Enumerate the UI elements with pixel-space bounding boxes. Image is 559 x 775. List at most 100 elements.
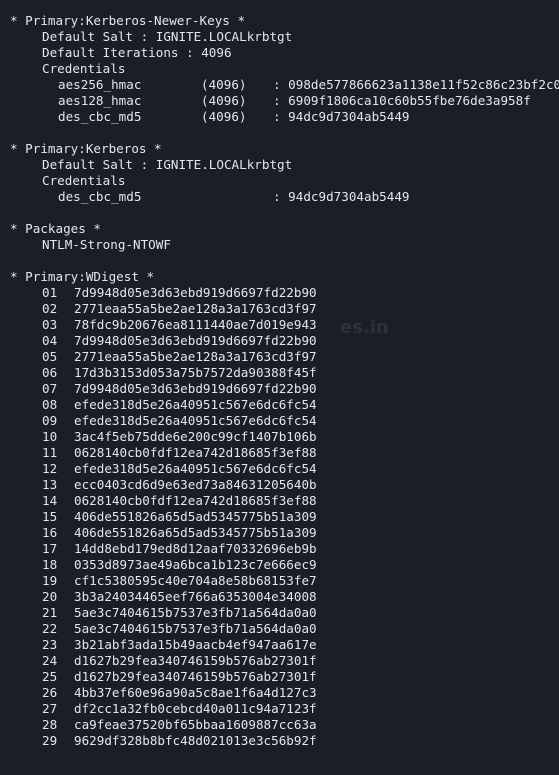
wdigest-hash-row: 21 5ae3c7404615b7537e3fb71a564da0a0 xyxy=(10,605,559,621)
hash-index: 26 xyxy=(42,685,58,700)
wdigest-hash-row: 24 d1627b29fea340746159b576ab27301f xyxy=(10,653,559,669)
hash-index: 20 xyxy=(42,589,58,604)
hash-index: 24 xyxy=(42,653,58,668)
hash-value: cf1c5380595c40e704a8e58b68153fe7 xyxy=(74,573,317,588)
hash-index: 28 xyxy=(42,717,58,732)
credential-name: des_cbc_md5 xyxy=(58,109,142,124)
wdigest-hash-row: 09 efede318d5e26a40951c567e6dc6fc54 xyxy=(10,413,559,429)
hash-value: 0628140cb0fdf12ea742d18685f3ef88 xyxy=(74,493,317,508)
hash-value: 14dd8ebd179ed8d12aaf70332696eb9b xyxy=(74,541,317,556)
hash-value: efede318d5e26a40951c567e6dc6fc54 xyxy=(74,413,317,428)
hash-value: 5ae3c7404615b7537e3fb71a564da0a0 xyxy=(74,605,317,620)
wdigest-hash-row: 16 406de551826a65d5ad5345775b51a309 xyxy=(10,525,559,541)
wdigest-hash-row: 06 17d3b3153d053a75b7572da90388f45f xyxy=(10,365,559,381)
wdigest-hash-row: 18 0353d8973ae49a6bca1b123c7e666ec9 xyxy=(10,557,559,573)
credential-iterations: (4096) xyxy=(201,77,247,92)
hash-index: 18 xyxy=(42,557,58,572)
hash-value: d1627b29fea340746159b576ab27301f xyxy=(74,669,317,684)
hash-value: 0628140cb0fdf12ea742d18685f3ef88 xyxy=(74,445,317,460)
hash-index: 13 xyxy=(42,477,58,492)
wdigest-hash-row: 14 0628140cb0fdf12ea742d18685f3ef88 xyxy=(10,493,559,509)
wdigest-hash-row: 19 cf1c5380595c40e704a8e58b68153fe7 xyxy=(10,573,559,589)
hash-value: ecc0403cd6d9e63ed73a84631205640b xyxy=(74,477,317,492)
hash-value: 7d9948d05e3d63ebd919d6697fd22b90 xyxy=(74,333,317,348)
credential-name: aes128_hmac xyxy=(58,93,142,108)
wdigest-hash-row: 29 9629df328b8bfc48d021013e3c56b92f xyxy=(10,733,559,749)
hash-value: 78fdc9b20676ea8111440ae7d019e943 xyxy=(74,317,317,332)
credential-value: : 94dc9d7304ab5449 xyxy=(273,189,410,204)
hash-index: 06 xyxy=(42,365,58,380)
wdigest-hash-row: 27 df2cc1a32fb0cebcd40a011c94a7123f xyxy=(10,701,559,717)
hash-index: 02 xyxy=(42,301,58,316)
hash-value: 406de551826a65d5ad5345775b51a309 xyxy=(74,509,317,524)
wdigest-hash-row: 23 3b21abf3ada15b49aacb4ef947aa617e xyxy=(10,637,559,653)
hash-value: 17d3b3153d053a75b7572da90388f45f xyxy=(74,365,317,380)
hash-index: 04 xyxy=(42,333,58,348)
wdigest-hash-row: 28 ca9feae37520bf65bbaa1609887cc63a xyxy=(10,717,559,733)
credential-iterations: (4096) xyxy=(201,109,247,124)
hash-value: 7d9948d05e3d63ebd919d6697fd22b90 xyxy=(74,381,317,396)
credentials-label: Credentials xyxy=(42,173,126,188)
hash-value: 9629df328b8bfc48d021013e3c56b92f xyxy=(74,733,317,748)
hash-index: 15 xyxy=(42,509,58,524)
wdigest-hash-row: 20 3b3a24034465eef766a6353004e34008 xyxy=(10,589,559,605)
terminal-output: * Primary:Kerberos-Newer-Keys * Default … xyxy=(0,0,559,775)
hash-value: 3b21abf3ada15b49aacb4ef947aa617e xyxy=(74,637,317,652)
hash-index: 17 xyxy=(42,541,58,556)
hash-index: 11 xyxy=(42,445,58,460)
hash-value: 5ae3c7404615b7537e3fb71a564da0a0 xyxy=(74,621,317,636)
credential-row: aes256_hmac (4096): 098de577866623a1138e1… xyxy=(10,77,559,93)
hash-value: 0353d8973ae49a6bca1b123c7e666ec9 xyxy=(74,557,317,572)
wdigest-hash-row: 25 d1627b29fea340746159b576ab27301f xyxy=(10,669,559,685)
default-salt-line: Default Salt : IGNITE.LOCALkrbtgt xyxy=(42,29,293,44)
wdigest-hash-row: 17 14dd8ebd179ed8d12aaf70332696eb9b xyxy=(10,541,559,557)
credential-value: : 6909f1806ca10c60b55fbe76de3a958f xyxy=(273,93,531,108)
hash-index: 27 xyxy=(42,701,58,716)
wdigest-hash-row: 01 7d9948d05e3d63ebd919d6697fd22b90 xyxy=(10,285,559,301)
credentials-label: Credentials xyxy=(42,61,126,76)
section-header-kerberos: * Primary:Kerberos * xyxy=(10,141,162,156)
wdigest-hash-row: 03 78fdc9b20676ea8111440ae7d019e943 xyxy=(10,317,559,333)
hash-index: 16 xyxy=(42,525,58,540)
credential-row: des_cbc_md5 (4096): 94dc9d7304ab5449 xyxy=(10,109,559,125)
wdigest-hash-row: 12 efede318d5e26a40951c567e6dc6fc54 xyxy=(10,461,559,477)
hash-index: 09 xyxy=(42,413,58,428)
hash-index: 12 xyxy=(42,461,58,476)
hash-index: 03 xyxy=(42,317,58,332)
hash-value: 7d9948d05e3d63ebd919d6697fd22b90 xyxy=(74,285,317,300)
wdigest-hash-row: 22 5ae3c7404615b7537e3fb71a564da0a0 xyxy=(10,621,559,637)
hash-value: 4bb37ef60e96a90a5c8ae1f6a4d127c3 xyxy=(74,685,317,700)
hash-value: efede318d5e26a40951c567e6dc6fc54 xyxy=(74,397,317,412)
wdigest-hash-row: 02 2771eaa55a5be2ae128a3a1763cd3f97 xyxy=(10,301,559,317)
hash-index: 08 xyxy=(42,397,58,412)
section-header-wdigest: * Primary:WDigest * xyxy=(10,269,155,284)
default-salt-line: Default Salt : IGNITE.LOCALkrbtgt xyxy=(42,157,293,172)
credential-row: des_cbc_md5 : 94dc9d7304ab5449 xyxy=(10,189,559,205)
hash-value: 2771eaa55a5be2ae128a3a1763cd3f97 xyxy=(74,301,317,316)
wdigest-hash-row: 07 7d9948d05e3d63ebd919d6697fd22b90 xyxy=(10,381,559,397)
credential-iterations: (4096) xyxy=(201,93,247,108)
wdigest-hash-row: 15 406de551826a65d5ad5345775b51a309 xyxy=(10,509,559,525)
hash-index: 14 xyxy=(42,493,58,508)
wdigest-hash-row: 05 2771eaa55a5be2ae128a3a1763cd3f97 xyxy=(10,349,559,365)
hash-index: 29 xyxy=(42,733,58,748)
wdigest-hash-list: 01 7d9948d05e3d63ebd919d6697fd22b90 02 2771… xyxy=(10,285,559,749)
wdigest-hash-row: 04 7d9948d05e3d63ebd919d6697fd22b90 xyxy=(10,333,559,349)
credential-name: des_cbc_md5 xyxy=(58,189,142,204)
wdigest-hash-row: 10 3ac4f5eb75dde6e200c99cf1407b106b xyxy=(10,429,559,445)
hash-value: d1627b29fea340746159b576ab27301f xyxy=(74,653,317,668)
hash-value: 2771eaa55a5be2ae128a3a1763cd3f97 xyxy=(74,349,317,364)
hash-value: efede318d5e26a40951c567e6dc6fc54 xyxy=(74,461,317,476)
wdigest-hash-row: 08 efede318d5e26a40951c567e6dc6fc54 xyxy=(10,397,559,413)
hash-index: 07 xyxy=(42,381,58,396)
hash-index: 21 xyxy=(42,605,58,620)
section-header-kerberos-newer-keys: * Primary:Kerberos-Newer-Keys * xyxy=(10,13,246,28)
hash-value: 3ac4f5eb75dde6e200c99cf1407b106b xyxy=(74,429,317,444)
hash-index: 01 xyxy=(42,285,58,300)
hash-index: 05 xyxy=(42,349,58,364)
hash-value: 406de551826a65d5ad5345775b51a309 xyxy=(74,525,317,540)
hash-index: 25 xyxy=(42,669,58,684)
package-name: NTLM-Strong-NTOWF xyxy=(42,237,171,252)
hash-index: 23 xyxy=(42,637,58,652)
